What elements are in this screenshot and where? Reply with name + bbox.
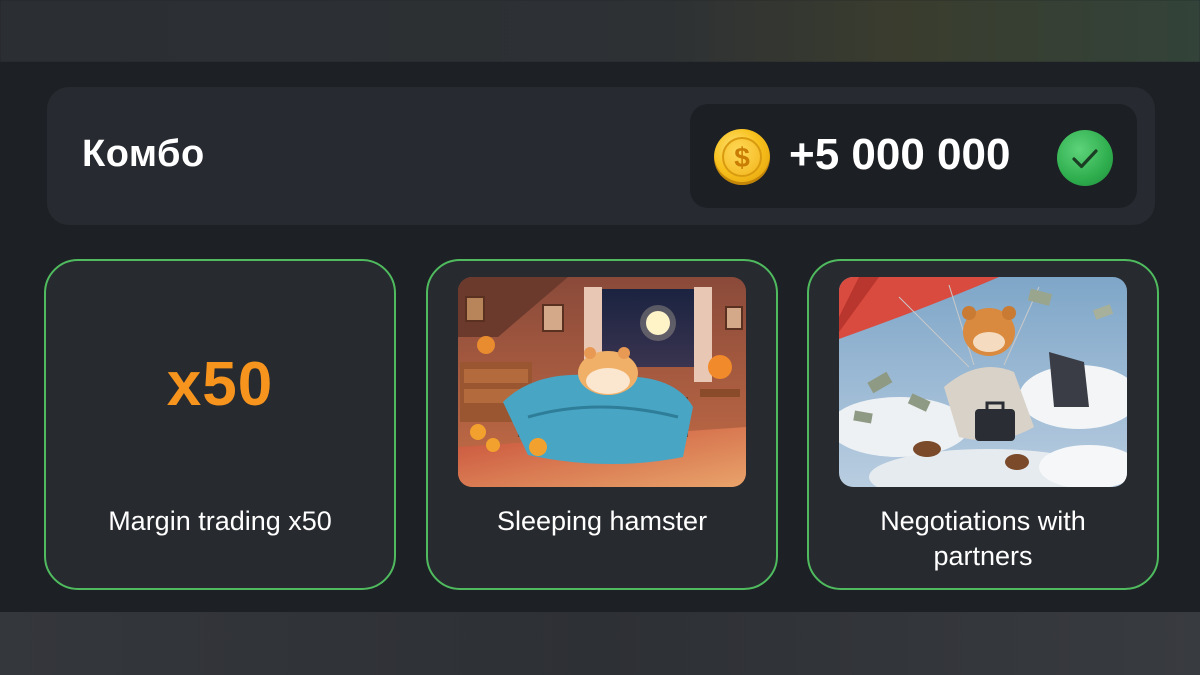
card-label: Sleeping hamster xyxy=(496,506,708,536)
combo-card-negotiations[interactable]: Negotiations with partners xyxy=(807,259,1159,590)
card-label: Margin trading x50 xyxy=(108,506,332,536)
sleeping-hamster-image xyxy=(458,277,746,487)
check-circle-icon xyxy=(1057,130,1113,186)
bottom-strip xyxy=(0,612,1200,675)
dollar-coin-icon: $ xyxy=(714,129,770,185)
card-label: Negotiations with partners xyxy=(880,506,1086,571)
coin-symbol: $ xyxy=(722,137,762,177)
hamster-parachute-image xyxy=(839,277,1127,487)
combo-title: Комбо xyxy=(82,133,205,175)
multiplier-value: x50 xyxy=(166,350,274,419)
reward-amount: +5 000 000 xyxy=(789,130,1011,179)
combo-card-margin-trading[interactable]: x50 Margin trading x50 xyxy=(44,259,396,590)
top-strip xyxy=(0,0,1200,62)
combo-card-sleeping-hamster[interactable]: Sleeping hamster xyxy=(426,259,778,590)
